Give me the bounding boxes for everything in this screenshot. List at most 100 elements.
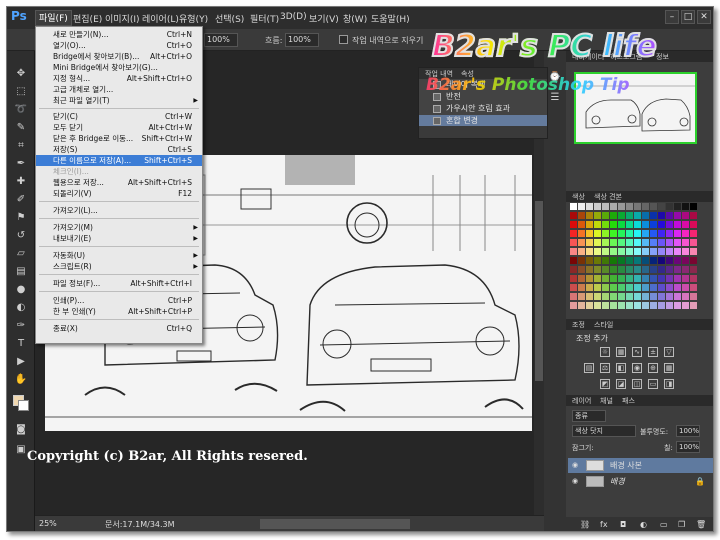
fill-field[interactable]: 100% (676, 441, 700, 453)
new-adjustment-icon[interactable]: ◐ (640, 520, 647, 529)
swatch[interactable] (682, 203, 689, 210)
menu-item-recent-files[interactable]: 최근 파일 열기(T) ▶ (36, 95, 202, 106)
swatch[interactable] (658, 257, 665, 264)
history-step-duplicate-layer[interactable]: 레이어 복제 (419, 79, 547, 91)
swatch[interactable] (626, 293, 633, 300)
swatch[interactable] (682, 293, 689, 300)
path-select-icon[interactable]: ▶ (13, 355, 29, 369)
new-layer-icon[interactable]: ❐ (678, 520, 685, 529)
menu-item-exit[interactable]: 종료(X) Ctrl+Q (36, 323, 202, 334)
swatch[interactable] (650, 248, 657, 255)
swatch[interactable] (658, 212, 665, 219)
photo-filter-icon[interactable]: ◉ (632, 363, 642, 373)
swatch[interactable] (618, 248, 625, 255)
swatch[interactable] (658, 230, 665, 237)
horizontal-scrollbar[interactable] (260, 519, 410, 529)
swatch[interactable] (602, 284, 609, 291)
swatch[interactable] (602, 221, 609, 228)
swatch[interactable] (570, 239, 577, 246)
swatch[interactable] (642, 275, 649, 282)
tab-info[interactable]: 정보 (656, 52, 669, 62)
swatch[interactable] (634, 203, 641, 210)
swatch[interactable] (578, 266, 585, 273)
quick-select-tool-icon[interactable]: ✎ (13, 121, 29, 135)
blend-mode-select[interactable]: 색상 닷지 (572, 425, 636, 437)
swatch[interactable] (690, 212, 697, 219)
trash-icon[interactable]: 🗑 (696, 520, 706, 529)
swatch[interactable] (610, 212, 617, 219)
swatch[interactable] (650, 230, 657, 237)
swatch[interactable] (586, 212, 593, 219)
blur-tool-icon[interactable]: ● (13, 283, 29, 297)
swatch[interactable] (586, 266, 593, 273)
background-color-swatch[interactable] (18, 400, 29, 411)
menu-item-mini-bridge[interactable]: Mini Bridge에서 찾아보기(G)... (36, 62, 202, 73)
tab-adjustments[interactable]: 조정 (572, 320, 585, 330)
posterize-icon[interactable]: ◪ (616, 379, 626, 389)
swatch[interactable] (642, 203, 649, 210)
swatch[interactable] (650, 275, 657, 282)
swatch[interactable] (626, 230, 633, 237)
tab-paths[interactable]: 패스 (622, 396, 635, 406)
swatch[interactable] (594, 275, 601, 282)
swatch[interactable] (658, 275, 665, 282)
menu-item-automate[interactable]: 자동화(U) ▶ (36, 250, 202, 261)
swatch[interactable] (570, 302, 577, 309)
swatch[interactable] (666, 221, 673, 228)
swatch[interactable] (682, 257, 689, 264)
swatch[interactable] (690, 203, 697, 210)
swatch[interactable] (586, 284, 593, 291)
menu-3d[interactable]: 3D(D) (280, 12, 307, 22)
quick-mask-icon[interactable]: ◙ (13, 423, 29, 437)
brush-tool-icon[interactable]: ✐ (13, 193, 29, 207)
pen-tool-icon[interactable]: ✑ (13, 319, 29, 333)
menu-item-close-all[interactable]: 모두 닫기 Alt+Ctrl+W (36, 122, 202, 133)
swatch[interactable] (674, 221, 681, 228)
swatch[interactable] (602, 248, 609, 255)
swatch[interactable] (682, 266, 689, 273)
swatch[interactable] (610, 257, 617, 264)
history-erase-checkbox[interactable] (339, 35, 348, 44)
swatch[interactable] (626, 239, 633, 246)
swatch[interactable] (594, 221, 601, 228)
swatch[interactable] (594, 239, 601, 246)
swatch[interactable] (666, 212, 673, 219)
menu-item-check-in[interactable]: 체크인(I)... (36, 166, 202, 177)
swatch[interactable] (570, 266, 577, 273)
swatch[interactable] (650, 221, 657, 228)
menu-help[interactable]: 도움말(H) (371, 12, 410, 25)
new-group-icon[interactable]: ▭ (660, 520, 668, 529)
color-lookup-icon[interactable]: ▦ (664, 363, 674, 373)
menu-item-print[interactable]: 인쇄(P)... Ctrl+P (36, 295, 202, 306)
swatch[interactable] (650, 266, 657, 273)
swatch[interactable] (618, 221, 625, 228)
swatch[interactable] (690, 293, 697, 300)
menu-window[interactable]: 창(W) (343, 12, 367, 25)
selective-color-icon[interactable]: ◨ (664, 379, 674, 389)
swatch[interactable] (586, 302, 593, 309)
exposure-icon[interactable]: ± (648, 347, 658, 357)
hand-tool-icon[interactable]: ✋ (13, 373, 29, 387)
menu-file[interactable]: 파일(F) (35, 10, 72, 26)
zoom-status[interactable]: 25% (39, 519, 57, 528)
swatch[interactable] (570, 257, 577, 264)
swatch[interactable] (618, 212, 625, 219)
gradient-map-icon[interactable]: ▭ (648, 379, 658, 389)
menu-item-save[interactable]: 저장(S) Ctrl+S (36, 144, 202, 155)
swatch[interactable] (618, 284, 625, 291)
channel-mixer-icon[interactable]: ⊕ (648, 363, 658, 373)
invert-icon[interactable]: ◩ (600, 379, 610, 389)
swatch[interactable] (658, 221, 665, 228)
history-brush-icon[interactable]: ↺ (13, 229, 29, 243)
swatch[interactable] (642, 221, 649, 228)
swatch[interactable] (602, 302, 609, 309)
swatch[interactable] (634, 230, 641, 237)
crop-tool-icon[interactable]: ⌗ (13, 139, 29, 153)
swatch[interactable] (618, 302, 625, 309)
tab-color[interactable]: 색상 (572, 192, 585, 202)
swatch[interactable] (610, 275, 617, 282)
menu-item-place[interactable]: 가져오기(L)... (36, 205, 202, 216)
swatch[interactable] (586, 239, 593, 246)
add-mask-icon[interactable]: ◘ (620, 520, 626, 529)
swatch[interactable] (610, 248, 617, 255)
